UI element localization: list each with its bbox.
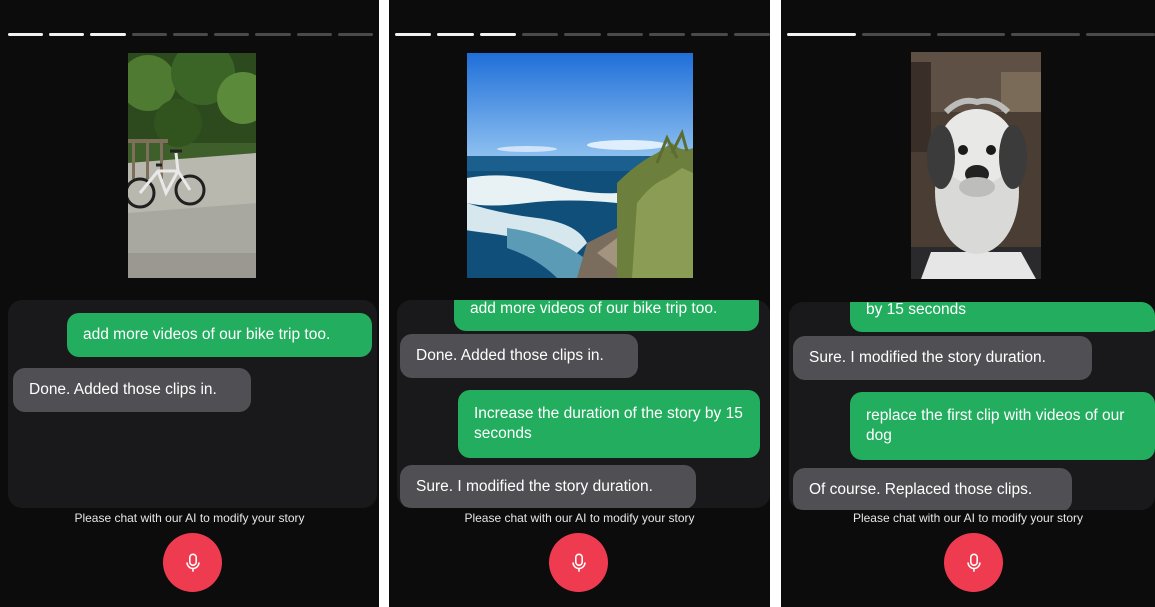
- progress-segment: [1086, 33, 1155, 36]
- progress-segment: [564, 33, 601, 36]
- progress-segment: [214, 33, 250, 36]
- progress-segment: [437, 33, 474, 36]
- chat-area[interactable]: add more videos of our bike trip too. Do…: [8, 300, 377, 508]
- microphone-icon: [966, 553, 981, 572]
- chat-area[interactable]: by 15 seconds Sure. I modified the story…: [789, 302, 1155, 510]
- chat-message-ai: Sure. I modified the story duration.: [793, 336, 1092, 380]
- progress-segment: [521, 33, 559, 36]
- chat-hint-text: Please chat with our AI to modify your s…: [464, 511, 695, 525]
- progress-segment: [337, 33, 373, 36]
- chat-message-user: add more videos of our bike trip too.: [67, 313, 372, 357]
- story-progress-bar: [787, 33, 1155, 36]
- chat-message-user: replace the first clip with videos of ou…: [850, 392, 1155, 460]
- chat-message-user: Increase the duration of the story by 15…: [458, 390, 760, 458]
- chat-message-ai: Of course. Replaced those clips.: [793, 468, 1072, 510]
- progress-segment: [1011, 33, 1081, 36]
- chat-hint-text: Please chat with our AI to modify your s…: [74, 511, 305, 525]
- story-editor-panel-3: by 15 seconds Sure. I modified the story…: [781, 0, 1155, 607]
- chat-message-ai: Done. Added those clips in.: [400, 334, 638, 378]
- microphone-button[interactable]: [549, 533, 608, 592]
- microphone-icon: [185, 553, 200, 572]
- progress-segment: [787, 33, 856, 36]
- story-progress-bar: [395, 33, 770, 36]
- story-editor-panel-2: add more videos of our bike trip too. Do…: [389, 0, 770, 607]
- microphone-icon: [571, 553, 586, 572]
- progress-segment: [296, 33, 332, 36]
- story-editor-panel-1: add more videos of our bike trip too. Do…: [0, 0, 379, 607]
- progress-segment: [691, 33, 728, 36]
- progress-segment: [479, 33, 516, 36]
- story-media-dog: [911, 52, 1041, 279]
- story-media-bike: [128, 53, 256, 278]
- story-progress-bar: [8, 33, 373, 36]
- progress-segment: [90, 33, 126, 36]
- progress-segment: [131, 33, 167, 36]
- progress-segment: [606, 33, 643, 36]
- story-media-ocean: [467, 53, 693, 278]
- chat-message-user: add more videos of our bike trip too.: [454, 300, 759, 331]
- progress-segment: [8, 33, 44, 36]
- chat-area[interactable]: add more videos of our bike trip too. Do…: [397, 300, 770, 508]
- microphone-button[interactable]: [163, 533, 222, 592]
- progress-segment: [733, 33, 770, 36]
- chat-message-ai: Sure. I modified the story duration.: [400, 465, 696, 508]
- chat-message-user: by 15 seconds: [850, 302, 1155, 332]
- progress-segment: [49, 33, 85, 36]
- microphone-button[interactable]: [944, 533, 1003, 592]
- progress-segment: [172, 33, 209, 36]
- progress-segment: [936, 33, 1006, 36]
- progress-segment: [395, 33, 432, 36]
- progress-segment: [648, 33, 686, 36]
- progress-segment: [255, 33, 291, 36]
- progress-segment: [861, 33, 931, 36]
- chat-hint-text: Please chat with our AI to modify your s…: [852, 511, 1084, 525]
- chat-message-ai: Done. Added those clips in.: [13, 368, 251, 412]
